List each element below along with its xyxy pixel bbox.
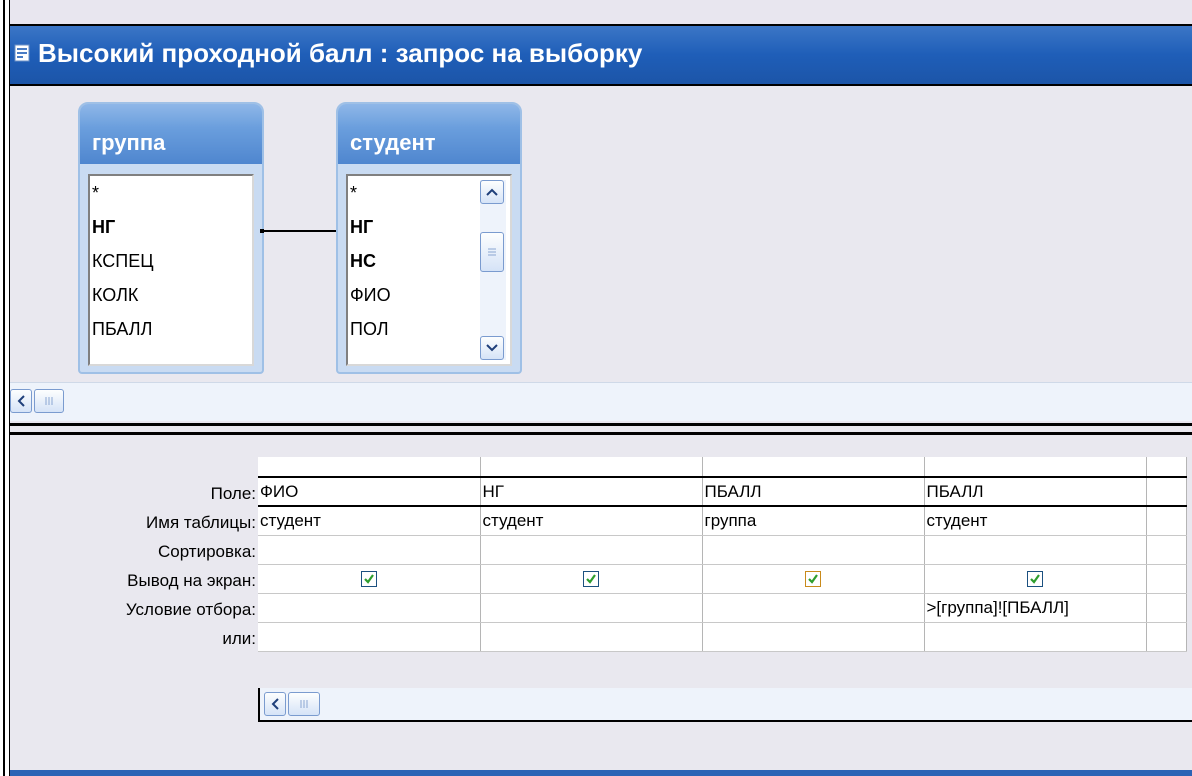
scroll-thumb[interactable] [480,232,504,272]
relationship-line[interactable] [260,226,346,236]
grid-row-labels: Поле: Имя таблицы: Сортировка: Вывод на … [10,479,256,653]
check-icon [808,574,818,584]
window-title: Высокий проходной балл : запрос на выбор… [38,38,643,68]
column-selector[interactable] [258,457,481,478]
sort-row [258,535,1187,565]
column-selector-row [258,457,1187,478]
table-pane: группа * НГ КСПЕЦ КОЛК ПБАЛЛ студент * Н… [10,86,1192,421]
field-item[interactable]: НГ [90,210,252,244]
show-row [258,564,1187,594]
scroll-up-button[interactable] [480,180,504,204]
bottom-border [10,770,1192,776]
table-student[interactable]: студент * НГ НС ФИО ПОЛ [336,102,522,374]
field-cell[interactable]: НГ [480,477,703,507]
show-checkbox[interactable] [1027,571,1043,588]
show-cell [924,564,1147,594]
criteria-row: >[группа]![ПБАЛЛ] [258,593,1187,623]
column-selector[interactable] [702,457,925,478]
or-cell[interactable] [924,622,1147,652]
table-cell[interactable]: студент [258,506,481,536]
or-cell[interactable] [258,622,481,652]
show-cell [1146,564,1187,594]
show-checkbox[interactable] [583,571,599,588]
grip-icon [300,700,308,708]
table-gruppa-field-list[interactable]: * НГ КСПЕЦ КОЛК ПБАЛЛ [88,174,254,366]
table-gruppa-header[interactable]: группа [80,104,262,164]
table-pane-scrollbar[interactable] [10,382,1192,421]
sort-cell[interactable] [1146,535,1187,565]
criteria-cell[interactable] [1146,593,1187,623]
row-label-sort: Сортировка: [157,542,256,561]
column-selector[interactable] [480,457,703,478]
field-cell[interactable]: ФИО [258,477,481,507]
scroll-down-button[interactable] [480,336,504,360]
row-label-table: Имя таблицы: [146,513,256,532]
column-selector[interactable] [924,457,1147,478]
table-cell[interactable]: группа [702,506,925,536]
field-cell[interactable]: ПБАЛЛ [924,477,1147,507]
show-checkbox[interactable] [805,571,821,588]
row-label-criteria: Условие отбора: [125,600,256,619]
field-cell[interactable]: ПБАЛЛ [702,477,925,507]
design-grid: ФИО НГ ПБАЛЛ ПБАЛЛ студент студент групп… [258,457,1187,652]
field-row: ФИО НГ ПБАЛЛ ПБАЛЛ [258,477,1187,507]
chevron-down-icon [486,344,498,352]
table-cell[interactable] [1146,506,1187,536]
query-design-window: Высокий проходной балл : запрос на выбор… [0,0,1192,776]
or-cell[interactable] [480,622,703,652]
or-row [258,622,1187,652]
or-cell[interactable] [1146,622,1187,652]
scroll-thumb[interactable] [34,389,64,413]
show-cell [480,564,703,594]
table-gruppa[interactable]: группа * НГ КСПЕЦ КОЛК ПБАЛЛ [78,102,264,374]
field-list-scrollbar[interactable] [480,180,506,360]
scroll-thumb[interactable] [288,692,320,716]
field-cell[interactable] [1146,477,1187,507]
row-label-field: Поле: [210,484,256,503]
grid-scrollbar[interactable] [258,688,1192,722]
table-cell[interactable]: студент [480,506,703,536]
row-label-show: Вывод на экран: [127,571,256,590]
row-label-or: или: [222,629,256,648]
sort-cell[interactable] [702,535,925,565]
criteria-cell[interactable] [480,593,703,623]
field-item[interactable]: ПБАЛЛ [90,312,252,346]
check-icon [1030,574,1040,584]
grip-icon [488,248,496,256]
query-icon [14,44,30,62]
or-cell[interactable] [702,622,925,652]
table-gruppa-title: группа [92,130,166,155]
scroll-left-button[interactable] [264,692,286,716]
criteria-cell[interactable] [258,593,481,623]
table-student-field-list[interactable]: * НГ НС ФИО ПОЛ [346,174,512,366]
check-icon [363,574,374,584]
table-student-header[interactable]: студент [338,104,520,164]
design-grid-pane: Поле: Имя таблицы: Сортировка: Вывод на … [10,435,1192,776]
grip-icon [45,397,53,405]
title-bar[interactable]: Высокий проходной балл : запрос на выбор… [10,24,1192,86]
chevron-up-icon [486,188,498,196]
field-item[interactable]: * [90,176,252,210]
sort-cell[interactable] [924,535,1147,565]
field-item[interactable]: КОЛК [90,278,252,312]
field-item[interactable]: КСПЕЦ [90,244,252,278]
show-cell [702,564,925,594]
window-left-border [0,0,10,776]
chevron-left-icon [271,698,279,710]
window-left-line [3,0,5,776]
table-student-title: студент [350,130,436,155]
column-selector[interactable] [1146,457,1187,478]
table-row: студент студент группа студент [258,506,1187,536]
check-icon [586,574,596,584]
show-checkbox[interactable] [360,571,377,588]
show-cell [258,564,481,594]
criteria-cell[interactable] [702,593,925,623]
criteria-cell[interactable]: >[группа]![ПБАЛЛ] [924,593,1147,623]
table-cell[interactable]: студент [924,506,1147,536]
sort-cell[interactable] [480,535,703,565]
scroll-left-button[interactable] [10,389,32,413]
sort-cell[interactable] [258,535,481,565]
pane-splitter[interactable] [10,423,1192,435]
chevron-left-icon [17,395,25,407]
